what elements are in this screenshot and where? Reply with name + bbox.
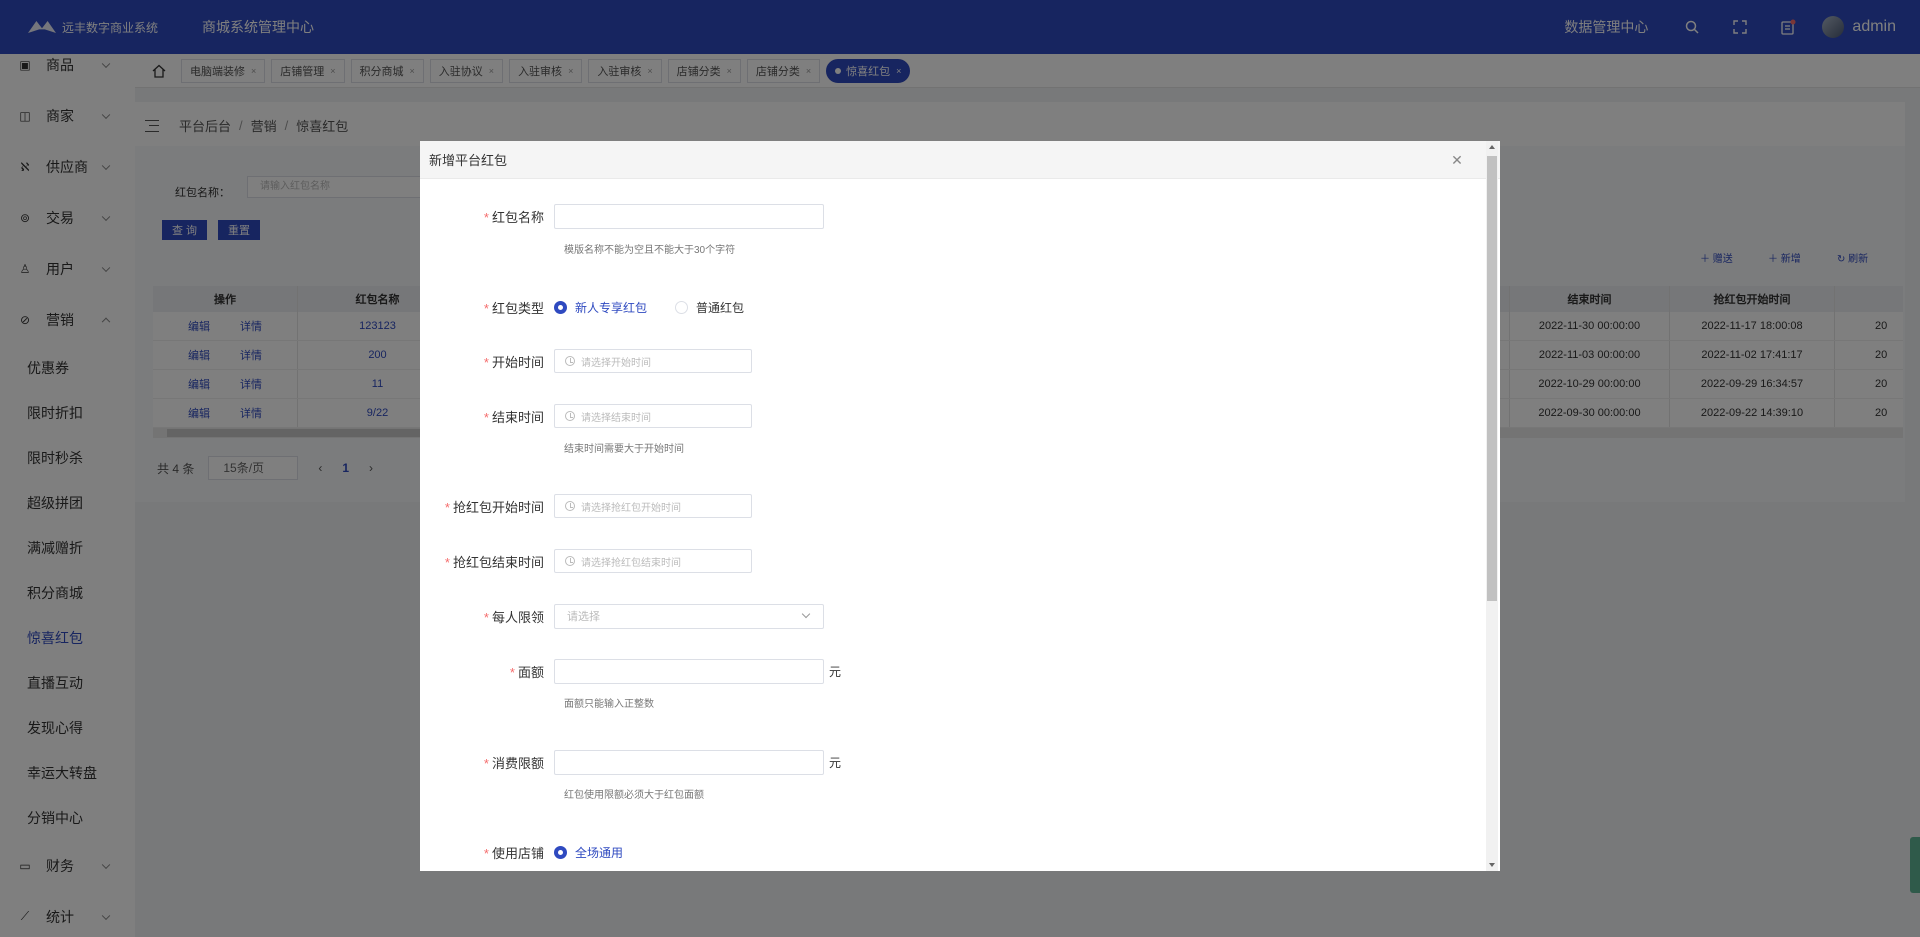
required-mark: * <box>483 209 489 225</box>
clock-icon <box>565 556 575 566</box>
label-text: 面额 <box>517 664 544 680</box>
required-mark: * <box>509 664 515 680</box>
required-mark: * <box>483 354 489 370</box>
label-text: 消费限额 <box>491 755 544 771</box>
label-text: 每人限领 <box>491 609 544 625</box>
add-red-packet-modal: 新增平台红包 ✕ * 红包名称 模版名称不能为空且不能大于30个字符 * 红包类型 … <box>420 141 1500 871</box>
modal-body: * 红包名称 模版名称不能为空且不能大于30个字符 * 红包类型 新人专享红包 普通… <box>420 179 1500 871</box>
required-mark: * <box>483 609 489 625</box>
field-start: * 开始时间 请选择开始时间 <box>420 348 752 374</box>
label-text: 抢红包结束时间 <box>452 554 544 570</box>
field-label: * 红包类型 <box>420 298 554 317</box>
grab-end-time-picker[interactable]: 请选择抢红包结束时间 <box>554 549 752 573</box>
modal-title: 新增平台红包 <box>429 153 508 168</box>
scrollbar-thumb[interactable] <box>1487 156 1497 601</box>
picker-placeholder: 请选择开始时间 <box>581 357 651 369</box>
required-mark: * <box>444 499 450 515</box>
radio-normal[interactable]: 普通红包 <box>675 299 744 316</box>
radio-circle <box>554 300 567 314</box>
amount-field[interactable] <box>554 658 824 684</box>
radio-all-stores[interactable]: 全场通用 <box>554 844 623 861</box>
modal-vertical-scrollbar[interactable] <box>1486 141 1498 871</box>
picker-placeholder: 请选择抢红包开始时间 <box>581 502 681 514</box>
limit-select[interactable]: 请选择 <box>554 603 824 629</box>
spend-limit-field[interactable] <box>554 749 824 775</box>
name-hint: 模版名称不能为空且不能大于30个字符 <box>564 245 736 256</box>
clock-icon <box>565 501 575 511</box>
radio-label: 普通红包 <box>696 300 745 315</box>
close-icon[interactable]: ✕ <box>1450 153 1464 167</box>
picker-placeholder: 请选择结束时间 <box>581 412 651 424</box>
field-label: * 消费限额 <box>420 753 554 772</box>
modal-header: 新增平台红包 <box>420 141 1500 179</box>
required-mark: * <box>483 755 489 771</box>
side-widget-handle[interactable] <box>1910 837 1920 893</box>
required-mark: * <box>483 409 489 425</box>
chevron-down-icon <box>801 609 811 618</box>
field-label: * 抢红包结束时间 <box>420 552 554 571</box>
field-limit: * 每人限领 请选择 <box>420 603 824 629</box>
field-name: * 红包名称 <box>420 203 824 229</box>
label-text: 开始时间 <box>491 354 544 370</box>
radio-circle <box>554 845 567 859</box>
field-type: * 红包类型 新人专享红包 普通红包 <box>420 294 772 320</box>
field-label: * 开始时间 <box>420 352 554 371</box>
field-shop: * 使用店铺 全场通用 <box>420 839 651 865</box>
field-label: * 面额 <box>420 662 554 681</box>
clock-icon <box>565 356 575 366</box>
label-text: 结束时间 <box>491 409 544 425</box>
scroll-up-icon[interactable] <box>1489 145 1495 149</box>
label-text: 使用店铺 <box>491 845 544 861</box>
red-packet-name-field[interactable] <box>554 203 824 229</box>
unit-label: 元 <box>829 664 842 679</box>
label-text: 红包名称 <box>491 209 544 225</box>
label-text: 红包类型 <box>491 300 544 316</box>
field-end: * 结束时间 请选择结束时间 <box>420 403 752 429</box>
field-grab-start: * 抢红包开始时间 请选择抢红包开始时间 <box>420 493 752 519</box>
field-label: * 结束时间 <box>420 407 554 426</box>
start-time-picker[interactable]: 请选择开始时间 <box>554 349 752 373</box>
radio-label: 新人专享红包 <box>575 300 648 315</box>
select-placeholder: 请选择 <box>567 611 600 623</box>
field-grab-end: * 抢红包结束时间 请选择抢红包结束时间 <box>420 548 752 574</box>
required-mark: * <box>483 300 489 316</box>
field-amount: * 面额 元 <box>420 658 841 684</box>
required-mark: * <box>444 554 450 570</box>
field-spend: * 消费限额 元 <box>420 749 841 775</box>
field-label: * 抢红包开始时间 <box>420 497 554 516</box>
grab-start-time-picker[interactable]: 请选择抢红包开始时间 <box>554 494 752 518</box>
field-label: * 红包名称 <box>420 207 554 226</box>
unit-label: 元 <box>829 755 842 770</box>
field-label: * 使用店铺 <box>420 843 554 862</box>
required-mark: * <box>483 845 489 861</box>
radio-newcomer[interactable]: 新人专享红包 <box>554 299 647 316</box>
clock-icon <box>565 411 575 421</box>
field-label: * 每人限领 <box>420 607 554 626</box>
label-text: 抢红包开始时间 <box>452 499 544 515</box>
end-time-picker[interactable]: 请选择结束时间 <box>554 404 752 428</box>
radio-circle <box>675 300 689 314</box>
picker-placeholder: 请选择抢红包结束时间 <box>581 557 681 569</box>
end-hint: 结束时间需要大于开始时间 <box>564 444 684 455</box>
scroll-down-icon[interactable] <box>1489 863 1495 867</box>
radio-label: 全场通用 <box>575 845 624 860</box>
amount-hint: 面额只能输入正整数 <box>564 699 654 710</box>
spend-hint: 红包使用限额必须大于红包面额 <box>564 790 704 801</box>
